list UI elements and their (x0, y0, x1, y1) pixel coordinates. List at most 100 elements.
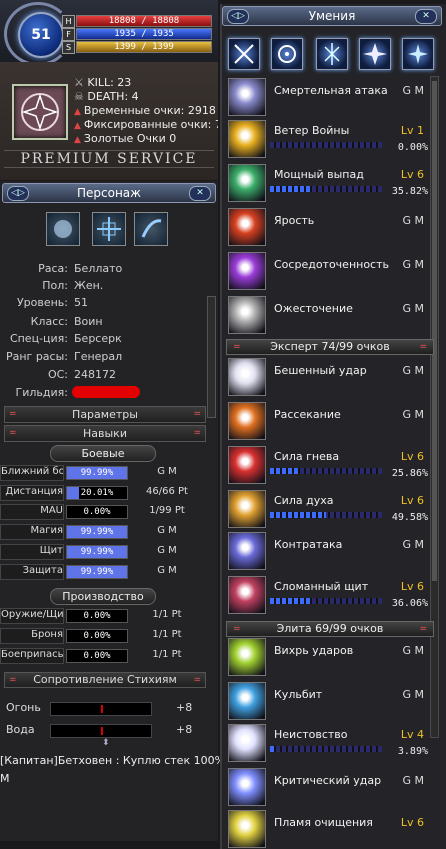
combat-group-header[interactable]: Боевые (50, 445, 156, 462)
skill-level: G M (402, 688, 424, 701)
sp-letter: S (62, 41, 75, 54)
skill-level: Lv 6 (400, 450, 424, 463)
spec-label: Спец-ция: (9, 332, 68, 345)
skill-icon[interactable] (228, 490, 266, 528)
skill-tab-star-icon[interactable] (359, 38, 391, 70)
skill-icon[interactable] (228, 358, 266, 396)
guild-redacted (72, 386, 140, 398)
expert-tier-header[interactable]: = Эксперт 74/99 очков = (226, 339, 434, 355)
character-panel-header[interactable]: ◁▷ Персонаж ✕ (2, 183, 216, 203)
skill-row[interactable]: Контратака G M (228, 530, 432, 570)
skill-row[interactable]: Критический удар G M (228, 766, 432, 806)
skill-row[interactable]: Бешенный удар G M (228, 356, 432, 396)
skill-tab-force-icon[interactable] (316, 38, 348, 70)
water-label: Вода (6, 723, 35, 736)
skill-level: Lv 1 (400, 124, 424, 137)
race-emblem-icon (12, 84, 68, 140)
skill-name: Бешенный удар (274, 364, 367, 377)
skill-name: Вихрь ударов (274, 644, 354, 657)
minimize-icon[interactable]: ◁▷ (7, 186, 29, 201)
skill-row[interactable]: Ярость G M (228, 206, 432, 246)
minimize-icon[interactable]: ◁▷ (227, 9, 249, 24)
skill-row[interactable]: Мощный выпад Lv 6 35.82% (228, 162, 432, 202)
skill-icon[interactable] (228, 402, 266, 440)
resize-arrows-icon[interactable]: ⬍ (102, 738, 110, 748)
skill-progress-bar (270, 468, 382, 474)
info-scrollbar[interactable] (207, 296, 216, 418)
elite-tier-header[interactable]: = Элита 69/99 очков = (226, 621, 434, 637)
table-row: Боеприпасы (0, 648, 64, 664)
race-label: Раса: (38, 262, 68, 275)
race-value: Беллато (74, 262, 123, 275)
skill-icon[interactable] (228, 682, 266, 720)
skill-progress-bar (270, 142, 382, 148)
production-group-header[interactable]: Производство (50, 588, 156, 605)
skill-name: Критический удар (274, 774, 382, 787)
table-row: Дистанция (0, 485, 64, 501)
melee-rank: G M (157, 466, 177, 477)
skill-icon[interactable] (228, 576, 266, 614)
skill-icon[interactable] (228, 446, 266, 484)
skill-row[interactable]: Сосредоточенность G M (228, 250, 432, 290)
skill-icon[interactable] (228, 120, 266, 158)
skill-icon[interactable] (228, 296, 266, 334)
skill-icon[interactable] (228, 164, 266, 202)
skill-name: Рассекание (274, 408, 341, 421)
skill-level: Lv 4 (400, 728, 424, 741)
skill-level: Lv 6 (400, 816, 424, 829)
skill-row[interactable]: Ожесточение G M (228, 294, 432, 334)
parameters-button[interactable]: = Параметры = (4, 406, 206, 423)
table-row: Оружие/Щит (0, 608, 64, 624)
sex-label: Пол: (42, 279, 68, 292)
skills-button[interactable]: = Навыки = (4, 425, 206, 442)
defense-bar: 99.99% (66, 565, 128, 579)
skill-icon[interactable] (228, 724, 266, 762)
skill-icon[interactable] (228, 208, 266, 246)
skill-name: Неистовство (274, 728, 348, 741)
skill-row[interactable]: Сломанный щит Lv 6 36.06% (228, 574, 432, 614)
hp-value: 18808 / 18808 (108, 16, 180, 26)
hp-letter: H (62, 15, 75, 28)
skill-row[interactable]: Смертельная атака G M (228, 76, 432, 116)
close-icon[interactable]: ✕ (189, 186, 211, 201)
skill-row[interactable]: Сила гнева Lv 6 25.86% (228, 444, 432, 484)
shield-bar: 99.99% (66, 545, 128, 559)
shield-rank: G M (157, 545, 177, 556)
close-icon[interactable]: ✕ (415, 9, 437, 24)
skills-tab-icon[interactable] (134, 212, 168, 246)
skill-level: Lv 6 (400, 168, 424, 181)
skill-name: Ожесточение (274, 302, 353, 315)
skills-panel-header[interactable]: ◁▷ Умения ✕ (222, 6, 442, 26)
skill-progress-bar (270, 512, 382, 518)
skill-icon[interactable] (228, 252, 266, 290)
elements-button[interactable]: = Сопротивление Стихиям = (4, 672, 206, 688)
skill-progress-bar (270, 598, 382, 604)
skill-name: Сосредоточенность (274, 258, 390, 271)
skills-scroll-thumb[interactable] (432, 81, 437, 581)
skill-icon[interactable] (228, 810, 266, 848)
skill-row[interactable]: Рассекание G M (228, 400, 432, 440)
skill-progress-pct: 36.06% (391, 598, 428, 609)
skill-icon[interactable] (228, 768, 266, 806)
character-tab-icon[interactable] (46, 212, 80, 246)
chat-line: [Капитан]Бетховен : Куплю стек 100% к (0, 754, 220, 767)
skill-icon[interactable] (228, 532, 266, 570)
skill-row[interactable]: Кульбит G M (228, 680, 432, 720)
skill-row[interactable]: Неистовство Lv 4 3.89% (228, 722, 432, 762)
skill-name: Сломанный щит (274, 580, 369, 593)
skill-icon[interactable] (228, 78, 266, 116)
skill-icon[interactable] (228, 638, 266, 676)
skill-tab-spark-icon[interactable] (402, 38, 434, 70)
character-panel-title: Персонаж (77, 186, 141, 200)
equipment-tab-icon[interactable] (92, 212, 126, 246)
skill-row[interactable]: Сила духа Lv 6 49.58% (228, 488, 432, 528)
skill-level: G M (402, 408, 424, 421)
skill-tab-target-icon[interactable] (271, 38, 303, 70)
ammo-craft-bar: 0.00% (66, 649, 128, 663)
skill-tab-swords-icon[interactable] (228, 38, 260, 70)
death-line: ☠ DEATH: 4 (74, 90, 139, 103)
skill-row[interactable]: Вихрь ударов G M (228, 636, 432, 676)
skill-row[interactable]: Ветер Войны Lv 1 0.00% (228, 118, 432, 158)
skill-name: Смертельная атака (274, 84, 388, 97)
skill-row[interactable]: Пламя очищения Lv 6 (228, 808, 432, 848)
